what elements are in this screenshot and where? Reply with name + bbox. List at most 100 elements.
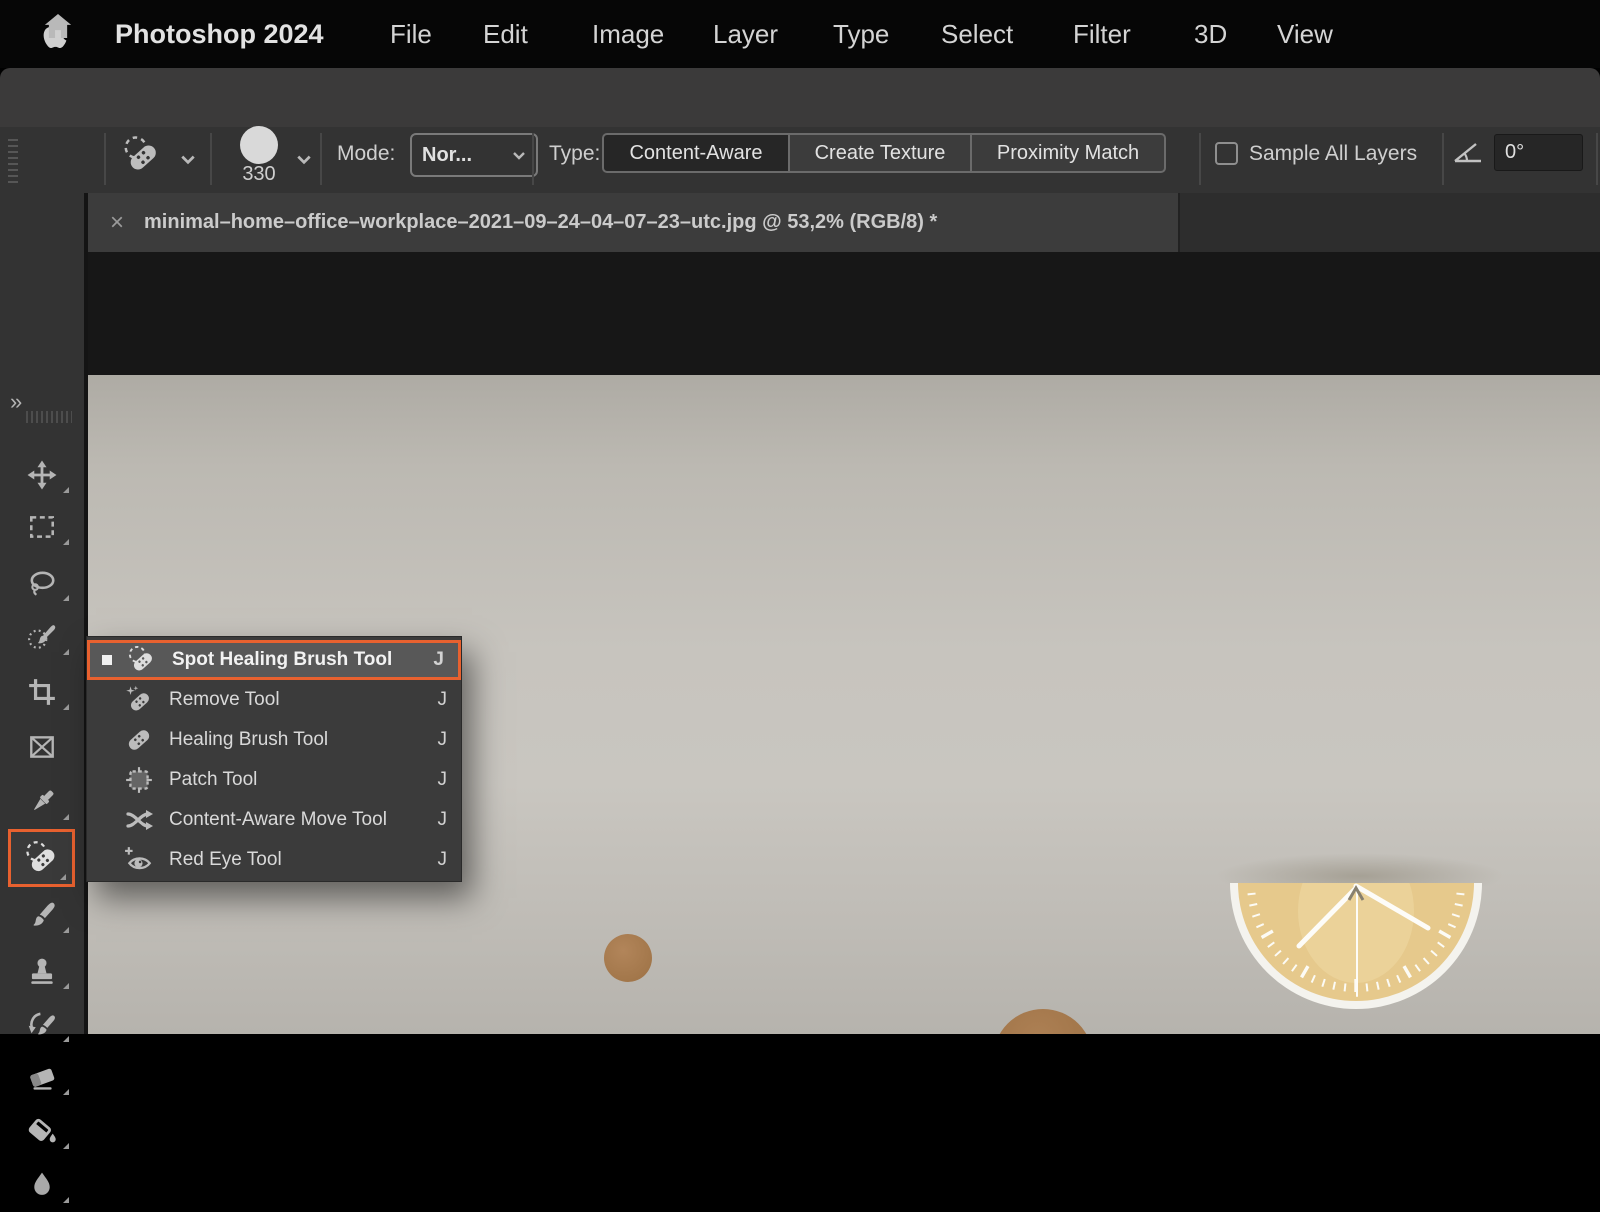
menu-view[interactable]: View xyxy=(1277,0,1333,68)
menu-item-label: Healing Brush Tool xyxy=(169,729,438,751)
separator xyxy=(210,133,212,185)
selection-brush-tool[interactable] xyxy=(0,609,84,664)
menu-item-patch-tool[interactable]: Patch Tool J xyxy=(87,760,461,800)
menu-item-shortcut: J xyxy=(438,809,448,831)
flyout-triangle xyxy=(63,1089,69,1095)
frame-tool[interactable] xyxy=(0,719,84,774)
menu-item-red-eye-tool[interactable]: Red Eye Tool J xyxy=(87,840,461,880)
current-tool-marker xyxy=(102,655,112,665)
separator xyxy=(104,133,106,185)
brush-preview-circle[interactable] xyxy=(240,126,278,164)
cork-dot-partial xyxy=(993,1009,1093,1034)
home-icon xyxy=(42,10,74,42)
eraser-icon xyxy=(27,1062,57,1092)
flyout-triangle xyxy=(63,1197,69,1203)
home-button[interactable] xyxy=(42,10,74,47)
spot-healing-brush-icon xyxy=(122,135,162,175)
menu-app-name[interactable]: Photoshop 2024 xyxy=(115,0,324,68)
options-bar-grip[interactable] xyxy=(8,139,18,183)
angle-input[interactable]: 0° xyxy=(1494,134,1583,171)
crop-tool[interactable] xyxy=(0,664,84,719)
flyout-triangle xyxy=(63,595,69,601)
macos-menu-bar: Photoshop 2024 File Edit Image Layer Typ… xyxy=(0,0,1600,68)
menu-item-shortcut: J xyxy=(438,849,448,871)
type-proximity-match-button[interactable]: Proximity Match xyxy=(972,133,1166,173)
menu-3d[interactable]: 3D xyxy=(1194,0,1227,68)
spot-healing-brush-tool[interactable] xyxy=(8,829,75,887)
rectangular-marquee-tool[interactable] xyxy=(0,499,84,554)
move-icon xyxy=(27,460,57,490)
tool-preset-chevron[interactable] xyxy=(180,152,196,170)
brush-icon xyxy=(27,900,57,930)
remove-tool-icon xyxy=(123,685,155,715)
menu-file[interactable]: File xyxy=(390,0,432,68)
clone-stamp-tool[interactable] xyxy=(0,943,84,998)
menu-item-healing-brush[interactable]: Healing Brush Tool J xyxy=(87,720,461,760)
history-brush-tool[interactable] xyxy=(0,996,84,1051)
bullet-spacer xyxy=(99,815,109,825)
lasso-tool[interactable] xyxy=(0,555,84,610)
menu-item-label: Red Eye Tool xyxy=(169,849,438,871)
cork-dot xyxy=(604,934,652,982)
paint-bucket-tool[interactable] xyxy=(0,1103,84,1158)
brush-tool[interactable] xyxy=(0,887,84,942)
menu-image[interactable]: Image xyxy=(592,0,664,68)
red-eye-tool-icon xyxy=(123,845,155,875)
flyout-triangle xyxy=(63,649,69,655)
menu-item-label: Patch Tool xyxy=(169,769,438,791)
flyout-triangle xyxy=(63,927,69,933)
bullet-spacer xyxy=(99,775,109,785)
menu-item-label: Spot Healing Brush Tool xyxy=(172,649,433,671)
brush-picker-chevron[interactable] xyxy=(296,152,312,170)
menu-select[interactable]: Select xyxy=(941,0,1013,68)
flyout-triangle xyxy=(63,539,69,545)
menu-item-spot-healing-brush[interactable]: Spot Healing Brush Tool J xyxy=(87,640,461,680)
separator xyxy=(1199,133,1201,185)
mode-dropdown[interactable]: Nor... xyxy=(410,133,538,177)
sample-all-layers-checkbox[interactable] xyxy=(1215,142,1238,165)
patch-tool-icon xyxy=(123,765,155,795)
eyedropper-tool[interactable] xyxy=(0,774,84,829)
healing-tools-flyout-menu: Spot Healing Brush Tool J Remove Tool J xyxy=(86,636,462,882)
history-brush-icon xyxy=(27,1009,57,1039)
angle-icon xyxy=(1452,140,1484,169)
bullet-spacer xyxy=(99,695,109,705)
tool-options-bar: 330 Mode: Nor... Type: Content-Aware Cre… xyxy=(0,127,1600,196)
blur-tool[interactable] xyxy=(0,1157,84,1212)
menu-type[interactable]: Type xyxy=(833,0,889,68)
clone-stamp-icon xyxy=(27,956,57,986)
type-content-aware-button[interactable]: Content-Aware xyxy=(602,133,790,173)
flyout-triangle xyxy=(63,1036,69,1042)
separator xyxy=(1442,133,1444,185)
expand-panel-chevron[interactable]: » xyxy=(10,389,24,415)
document-tab[interactable]: × minimal–home–office–workplace–2021–09–… xyxy=(88,193,1180,252)
tools-panel: » xyxy=(0,193,88,1034)
chevron-down-icon xyxy=(296,154,312,165)
eyedropper-icon xyxy=(27,787,57,817)
menu-layer[interactable]: Layer xyxy=(713,0,778,68)
menu-edit[interactable]: Edit xyxy=(483,0,528,68)
sample-all-layers-label: Sample All Layers xyxy=(1249,142,1417,166)
type-create-texture-button[interactable]: Create Texture xyxy=(790,133,972,173)
menu-item-content-aware-move[interactable]: Content-Aware Move Tool J xyxy=(87,800,461,840)
flyout-triangle xyxy=(63,814,69,820)
menu-item-shortcut: J xyxy=(438,729,448,751)
crop-icon xyxy=(27,677,57,707)
marquee-icon xyxy=(27,512,57,542)
separator xyxy=(532,133,534,185)
content-aware-move-icon xyxy=(123,805,155,835)
flyout-triangle xyxy=(63,487,69,493)
flyout-triangle xyxy=(60,874,66,880)
tools-panel-grip[interactable] xyxy=(26,411,72,423)
lemon-clock-image xyxy=(1206,883,1506,1034)
flyout-triangle xyxy=(63,1143,69,1149)
menu-filter[interactable]: Filter xyxy=(1073,0,1131,68)
current-tool-preset-button[interactable] xyxy=(122,135,162,180)
eraser-tool[interactable] xyxy=(0,1049,84,1104)
tab-close-icon[interactable]: × xyxy=(110,209,124,237)
chevron-down-icon xyxy=(512,151,526,160)
menu-item-remove-tool[interactable]: Remove Tool J xyxy=(87,680,461,720)
mode-value: Nor... xyxy=(422,144,472,167)
chevron-down-icon xyxy=(180,154,196,165)
move-tool[interactable] xyxy=(0,447,84,502)
